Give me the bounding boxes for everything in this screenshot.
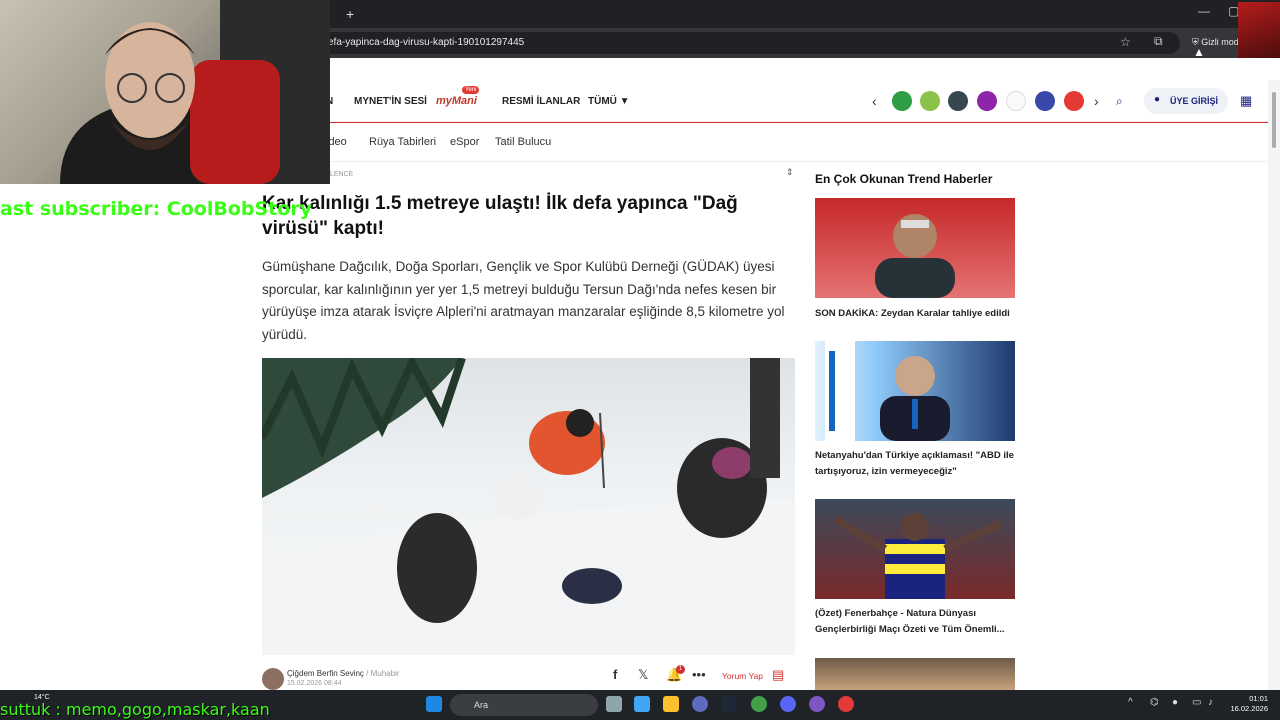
- volume-icon[interactable]: ♪: [1208, 697, 1213, 708]
- football-icon[interactable]: [892, 91, 912, 111]
- article-photo: [262, 358, 795, 655]
- chrome-icon[interactable]: [751, 696, 767, 712]
- mini-webcam: [1238, 2, 1280, 58]
- snow-hikers-illustration: [262, 358, 795, 655]
- article-lead: Gümüşhane Dağcılık, Doğa Sporları, Gençl…: [262, 259, 785, 342]
- extensions-icon[interactable]: ⧉: [1154, 34, 1163, 49]
- trend-heading: En Çok Okunan Trend Haberler: [815, 172, 993, 186]
- network-icon[interactable]: ⌬: [1150, 697, 1159, 708]
- display-icon[interactable]: ▭: [1192, 697, 1201, 708]
- task-view-icon[interactable]: [606, 696, 622, 712]
- trend-thumb-1[interactable]: [815, 198, 1015, 298]
- nav-item-mymani[interactable]: myMani: [436, 95, 477, 107]
- apps-grid-icon[interactable]: ▦: [1240, 93, 1252, 109]
- brand-icon[interactable]: [1006, 91, 1026, 111]
- new-badge: Yeni: [462, 86, 480, 94]
- lottery-icon[interactable]: [920, 91, 940, 111]
- mic-icon[interactable]: ●: [1172, 697, 1178, 708]
- comment-button[interactable]: Yorum Yap: [722, 671, 763, 681]
- recording-icon[interactable]: [838, 696, 854, 712]
- app-icon[interactable]: [692, 696, 708, 712]
- steam-icon[interactable]: [721, 696, 737, 712]
- portrait-thumbnail: [875, 214, 955, 298]
- trend-thumb-4[interactable]: [815, 658, 1015, 690]
- mouse-cursor-icon: ▲: [1193, 45, 1205, 59]
- scrollbar-thumb[interactable]: [1272, 92, 1276, 148]
- snow-angel-person: [562, 568, 622, 604]
- chevron-right-icon[interactable]: ›: [1094, 93, 1099, 109]
- page-scrollbar[interactable]: [1268, 80, 1280, 690]
- webcam-feed: [60, 0, 330, 184]
- female-icon[interactable]: [977, 91, 997, 111]
- hiker-helmet: [566, 409, 594, 437]
- subnav-item-espor[interactable]: eSpor: [450, 136, 479, 148]
- clock-time: 01:01: [1249, 694, 1268, 703]
- subnav-item-tatil[interactable]: Tatil Bulucu: [495, 136, 551, 148]
- chevron-left-icon[interactable]: ‹: [872, 93, 877, 109]
- webcam-overlay: [0, 0, 330, 184]
- author-name-line[interactable]: Çiğdem Berfin Sevinç / Muhabir: [287, 669, 400, 678]
- minimize-button[interactable]: —: [1198, 4, 1210, 18]
- windows-start-icon[interactable]: [426, 696, 442, 712]
- flash-icon[interactable]: [1064, 91, 1084, 111]
- nav-item-tumu[interactable]: TÜMÜ ▼: [588, 96, 630, 107]
- podcast-icon[interactable]: [1035, 91, 1055, 111]
- chat-ticker-overlay: suttuk : memo,gogo,maskar,kaan: [0, 700, 270, 719]
- search-icon[interactable]: ⌕: [1116, 94, 1123, 109]
- last-subscriber-overlay: ast subscriber: CoolBobStory: [0, 198, 313, 220]
- trend-caption-2[interactable]: Netanyahu'dan Türkiye açıklaması! "ABD i…: [815, 448, 1020, 480]
- nav-item-mynet-sesi[interactable]: MYNET'İN SESİ: [354, 96, 427, 107]
- file-explorer-icon[interactable]: [663, 696, 679, 712]
- article-title: Kar kalınlığı 1.5 metreye ulaştı! İlk de…: [262, 193, 738, 239]
- discord-icon[interactable]: [780, 696, 796, 712]
- tray-chevron-icon[interactable]: ^: [1128, 697, 1133, 708]
- calculator-icon[interactable]: [634, 696, 650, 712]
- comments-icon[interactable]: ▤: [772, 667, 784, 683]
- taskbar-search-label: Ara: [474, 700, 489, 710]
- author-avatar[interactable]: [262, 668, 284, 690]
- new-tab-button[interactable]: +: [346, 6, 354, 22]
- hiker-left: [397, 513, 477, 623]
- system-clock[interactable]: 01:01 16.02.2026: [1228, 694, 1268, 714]
- hiker-white-hat: [495, 476, 539, 520]
- finance-icon[interactable]: [948, 91, 968, 111]
- incognito-label: Gizli mod: [1201, 37, 1239, 47]
- portrait-thumbnail: [825, 341, 950, 441]
- login-label: ÜYE GİRİŞİ: [1170, 96, 1219, 106]
- url-text: efa-yapinca-dag-virusu-kapti-19010129744…: [328, 37, 525, 48]
- more-options-icon[interactable]: •••: [692, 667, 706, 682]
- trend-caption-1[interactable]: SON DAKİKA: Zeydan Karalar tahliye edild…: [815, 306, 1020, 322]
- author-role: / Muhabir: [366, 669, 400, 678]
- obs-icon[interactable]: [809, 696, 825, 712]
- trend-thumb-2[interactable]: [815, 341, 1015, 441]
- notification-count: 1: [676, 665, 685, 674]
- taskbar-search[interactable]: [450, 694, 598, 716]
- subnav-item-ruya[interactable]: Rüya Tabirleri: [369, 136, 436, 148]
- bookmark-star-icon[interactable]: ☆: [1120, 35, 1131, 49]
- user-icon: ●: [1154, 94, 1161, 105]
- hiker-purple-bag: [712, 447, 752, 479]
- sort-icon[interactable]: ⇕: [786, 167, 794, 178]
- hiker-standing: [750, 358, 780, 478]
- trend-thumb-3[interactable]: [815, 499, 1015, 599]
- trend-caption-3[interactable]: (Özet) Fenerbahçe - Natura Dünyası Gençl…: [815, 606, 1020, 638]
- author-name: Çiğdem Berfin Sevinç: [287, 669, 364, 678]
- nav-item-resmi-ilanlar[interactable]: RESMİ İLANLAR: [502, 96, 580, 107]
- breadcrumb[interactable]: LENCE: [330, 171, 353, 178]
- x-twitter-icon[interactable]: 𝕏: [638, 667, 648, 683]
- publish-date: 15.02.2026 08:44: [287, 680, 342, 687]
- facebook-icon[interactable]: f: [613, 667, 617, 682]
- clock-date: 16.02.2026: [1230, 704, 1268, 713]
- football-thumbnail: [832, 513, 1002, 599]
